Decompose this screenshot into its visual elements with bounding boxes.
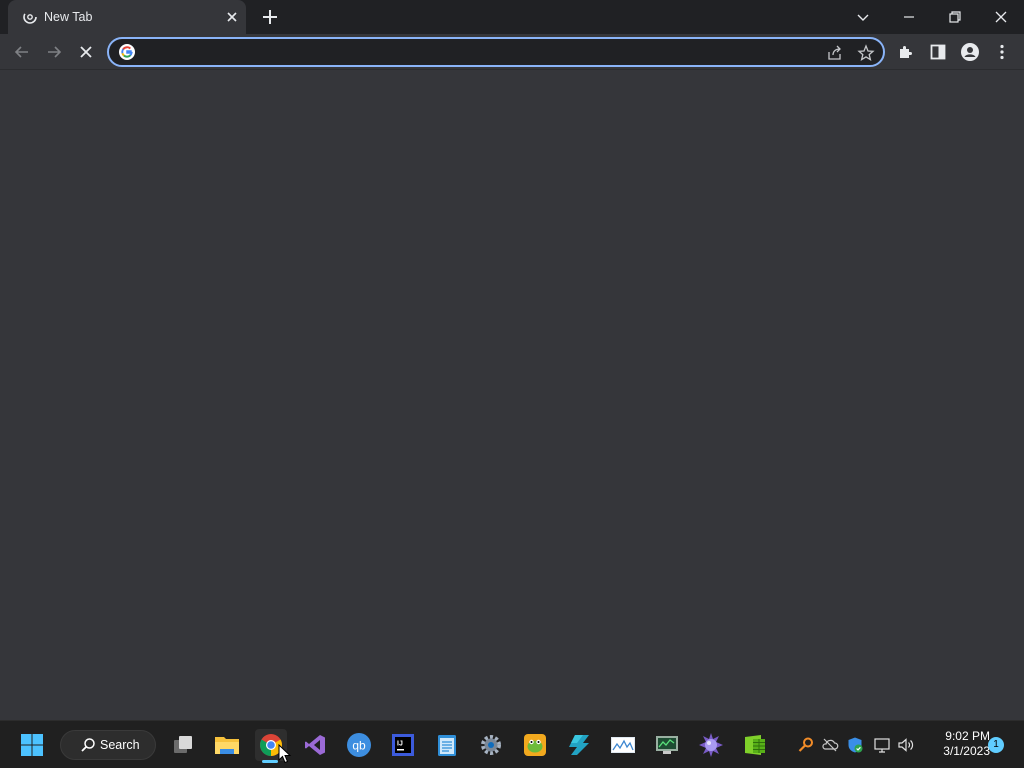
page-content [0, 70, 1024, 720]
share-icon[interactable] [826, 44, 844, 62]
taskbar-search[interactable]: Search [60, 730, 156, 760]
network-icon[interactable] [873, 736, 891, 754]
paint-frog-icon [524, 734, 546, 756]
google-g-icon [119, 44, 135, 60]
intellij-button[interactable]: IJ [387, 729, 419, 761]
paint-app-button[interactable] [519, 729, 551, 761]
back-arrow-icon[interactable] [12, 42, 32, 62]
search-key-icon[interactable] [797, 736, 815, 754]
task-view-button[interactable] [167, 729, 199, 761]
taskbar-clock[interactable]: 9:02 PM 3/1/2023 [924, 729, 990, 759]
kebab-menu-icon[interactable] [992, 42, 1012, 62]
visual-studio-icon [305, 735, 325, 755]
notification-badge[interactable]: 1 [988, 737, 1004, 753]
monitor-chart-icon [611, 737, 635, 753]
folder-icon [215, 737, 239, 754]
minimize-button[interactable] [897, 5, 921, 29]
extensions-puzzle-icon[interactable] [896, 42, 916, 62]
notepad-button[interactable] [431, 729, 463, 761]
title-bar: New Tab [0, 0, 1024, 34]
clock-time: 9:02 PM [945, 729, 990, 743]
volume-icon[interactable] [897, 736, 915, 754]
search-label: Search [100, 738, 140, 752]
network-tool-button[interactable] [695, 729, 727, 761]
close-window-button[interactable] [989, 5, 1013, 29]
side-panel-icon[interactable] [928, 42, 948, 62]
globe-burst-icon [699, 733, 723, 757]
start-button[interactable] [16, 729, 48, 761]
clock-date: 3/1/2023 [943, 744, 990, 758]
browser-toolbar [0, 34, 1024, 70]
task-view-icon [174, 736, 192, 753]
windows-logo-icon [21, 734, 43, 756]
notepad-icon [438, 735, 456, 756]
address-bar[interactable] [107, 37, 885, 67]
mouse-cursor-icon [278, 744, 292, 764]
onedrive-offline-icon[interactable] [821, 736, 839, 754]
spreadsheet-icon [745, 735, 765, 755]
qbittorrent-button[interactable]: qb [343, 729, 375, 761]
bookmark-star-icon[interactable] [857, 44, 875, 62]
qbittorrent-icon: qb [347, 733, 371, 757]
svg-text:qb: qb [352, 739, 366, 753]
azure-data-studio-button[interactable] [563, 729, 595, 761]
tab-new-tab[interactable]: New Tab [8, 0, 246, 34]
data-studio-icon [569, 735, 589, 755]
resource-monitor-button[interactable] [607, 729, 639, 761]
loading-spinner-icon [23, 10, 37, 24]
tab-title: New Tab [44, 10, 93, 24]
system-monitor-button[interactable] [651, 729, 683, 761]
forward-arrow-icon[interactable] [44, 42, 64, 62]
active-app-indicator [262, 760, 278, 763]
tab-search-chevron-down-icon[interactable] [851, 5, 875, 29]
profile-avatar-icon[interactable] [960, 42, 980, 62]
intellij-icon: IJ [392, 734, 414, 756]
computer-chart-icon [656, 736, 678, 754]
stop-loading-icon[interactable] [76, 42, 96, 62]
close-tab-icon[interactable] [224, 9, 240, 25]
new-tab-button[interactable] [260, 7, 280, 27]
svg-text:IJ: IJ [397, 741, 403, 748]
restore-button[interactable] [943, 5, 967, 29]
search-icon [81, 738, 95, 752]
excel-button[interactable] [739, 729, 771, 761]
address-input[interactable] [145, 42, 805, 62]
gear-icon [481, 735, 501, 755]
visual-studio-button[interactable] [299, 729, 331, 761]
security-shield-icon[interactable] [846, 736, 864, 754]
settings-button[interactable] [475, 729, 507, 761]
file-explorer-button[interactable] [211, 729, 243, 761]
windows-taskbar: Search qb IJ 9:02 PM 3/1/2023 1 [0, 720, 1024, 768]
